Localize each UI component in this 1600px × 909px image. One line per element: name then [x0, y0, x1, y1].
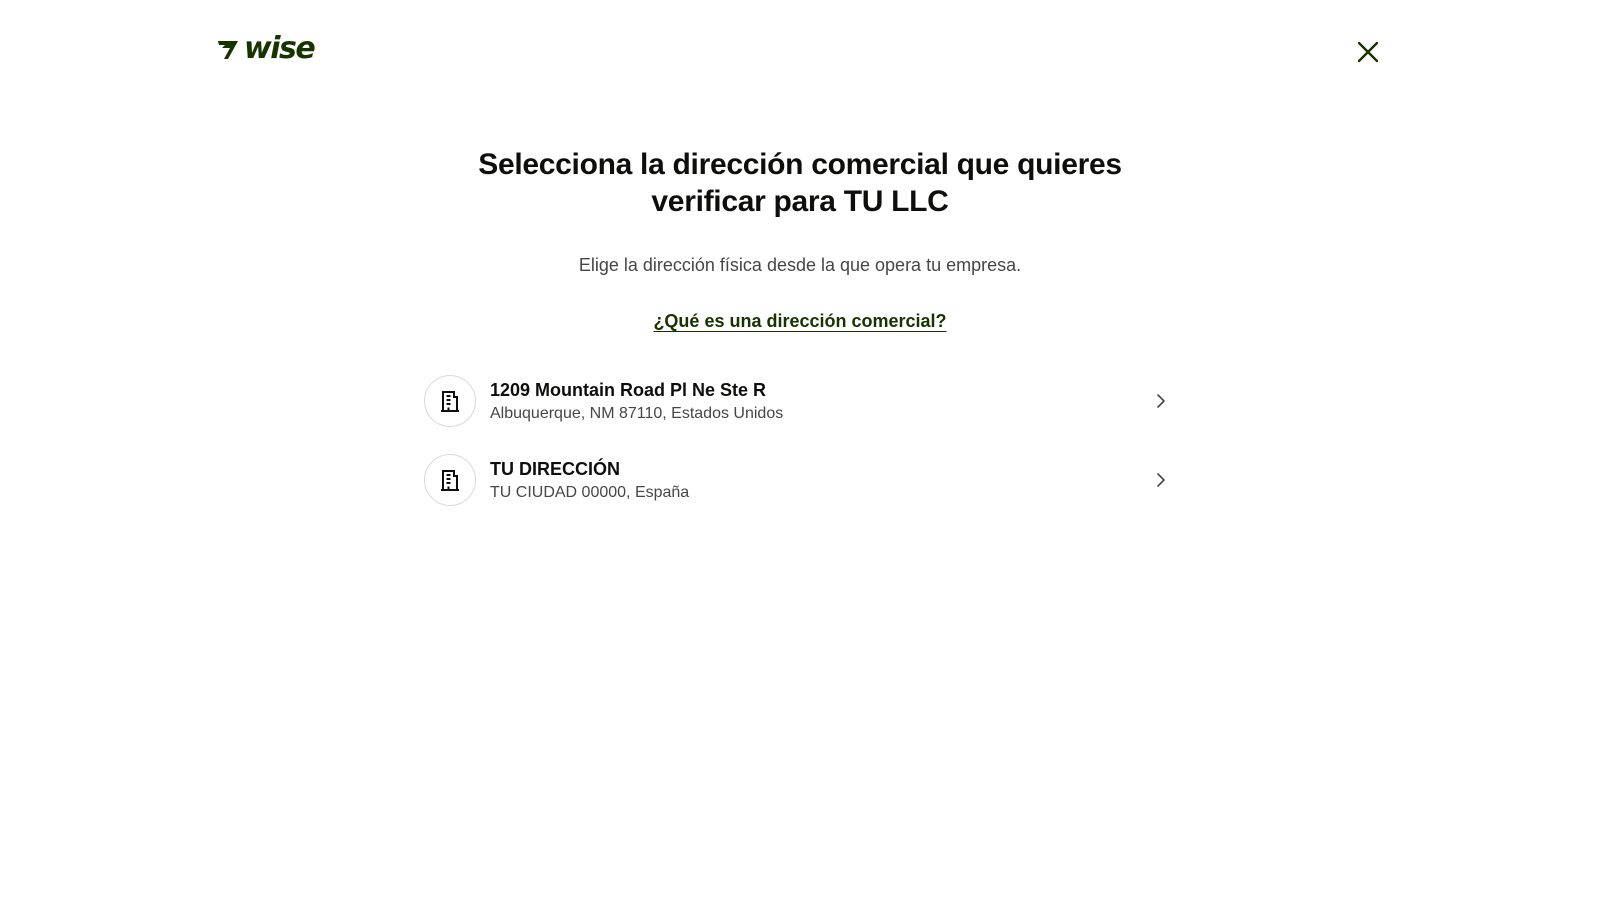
building-icon — [441, 470, 459, 491]
close-button[interactable] — [1352, 36, 1384, 68]
header: wise — [0, 0, 1600, 100]
main-content: Selecciona la dirección comercial que qu… — [0, 140, 1600, 507]
address-street: 1209 Mountain Road Pl Ne Ste R — [490, 379, 767, 400]
address-city: Albuquerque, NM 87110, Estados Unidos — [490, 404, 784, 422]
address-option-1[interactable]: 1209 Mountain Road Pl Ne Ste R Albuquerq… — [424, 374, 1176, 428]
address-avatar — [424, 375, 476, 427]
address-street: TU DIRECCIÓN — [490, 458, 620, 479]
logo-wordmark: wise — [244, 31, 316, 66]
page-title: Selecciona la dirección comercial que qu… — [478, 148, 1122, 218]
what-is-business-address-link[interactable]: ¿Qué es una dirección comercial? — [653, 308, 946, 334]
wise-logo[interactable]: wise — [216, 31, 316, 66]
building-icon — [441, 391, 459, 412]
chevron-right-icon — [1150, 469, 1172, 491]
address-avatar — [424, 454, 476, 506]
address-option-2[interactable]: TU DIRECCIÓN TU CIUDAD 00000, España — [424, 453, 1176, 507]
address-city: TU CIUDAD 00000, España — [490, 483, 690, 501]
wise-flag-icon — [218, 41, 238, 59]
address-list: 1209 Mountain Road Pl Ne Ste R Albuquerq… — [424, 374, 1176, 507]
close-icon — [1357, 41, 1379, 63]
address-text: 1209 Mountain Road Pl Ne Ste R Albuquerq… — [490, 378, 1150, 425]
address-text: TU DIRECCIÓN TU CIUDAD 00000, España — [490, 457, 1150, 504]
chevron-right-icon — [1150, 390, 1172, 412]
page-subtitle: Elige la dirección física desde la que o… — [578, 255, 1022, 275]
